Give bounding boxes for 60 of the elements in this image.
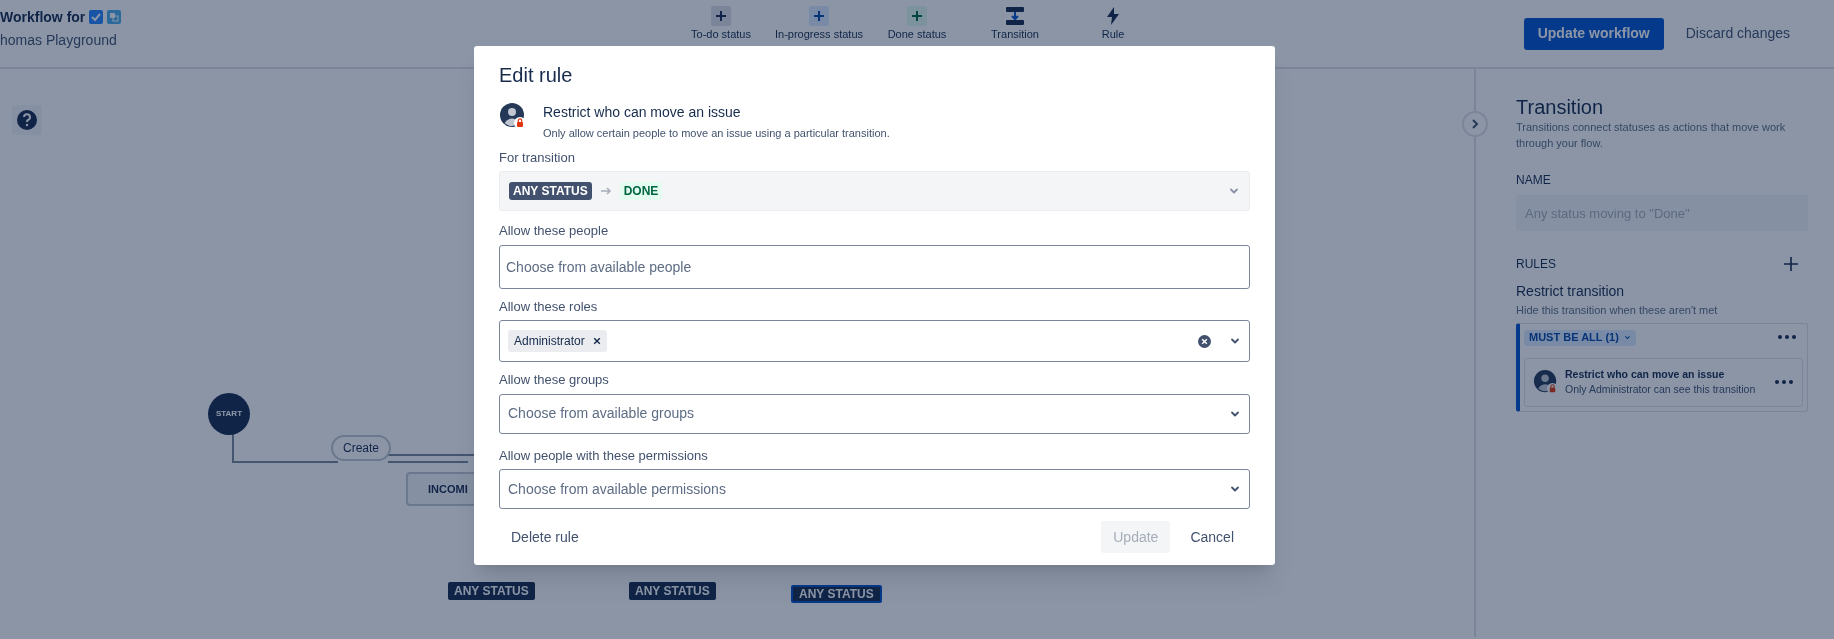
transition-select[interactable]: ANY STATUS DONE	[499, 171, 1250, 211]
remove-icon[interactable]	[592, 337, 601, 345]
help-icon[interactable]	[12, 105, 42, 135]
section-description: Hide this transition when these aren't met	[1516, 303, 1719, 318]
any-status-tag[interactable]: ANY STATUS	[629, 582, 716, 600]
toolbar-button[interactable]: Done status	[872, 6, 962, 41]
people-input-field[interactable]: Choose from available people	[499, 244, 1250, 289]
panel-title: Transition	[1516, 95, 1605, 119]
select-placeholder: Choose from available groups	[508, 404, 695, 423]
checkbox-icon	[89, 10, 104, 24]
copy-icon	[107, 10, 122, 24]
rule-card[interactable]: Restrict who can move an issue Only Administrator can see this transition	[1524, 357, 1803, 407]
rules-label: RULES	[1516, 256, 1556, 273]
arrow-right-icon	[599, 185, 612, 197]
chevron-down-icon	[1623, 334, 1631, 341]
update-workflow-button[interactable]: Update workflow	[1523, 17, 1664, 50]
rule-description: Only allow certain people to move an issue using a particular transition.	[543, 126, 890, 141]
toolbar-button[interactable]: To-do status	[676, 6, 766, 41]
plus-icon	[809, 6, 829, 26]
status-lozenge: ANY STATUS	[509, 182, 592, 200]
workflow-title: Workflow for	[0, 7, 86, 27]
rule-description: Only Administrator can see this transition	[1565, 382, 1757, 398]
transition-pill[interactable]: Create	[331, 435, 392, 461]
roles-select[interactable]: Administrator	[499, 320, 1250, 362]
plus-icon	[907, 6, 927, 26]
section-title: Restrict transition	[1516, 282, 1626, 301]
name-label: NAME	[1516, 172, 1552, 189]
more-icon[interactable]	[1777, 333, 1797, 340]
project-name: homas Playground	[0, 30, 118, 50]
any-status-tag[interactable]: ANY STATUS	[448, 582, 535, 600]
more-icon[interactable]	[1774, 379, 1794, 386]
field-label: Allow people with these permissions	[499, 446, 709, 465]
any-status-tag[interactable]: ANY STATUS	[791, 585, 882, 603]
user-lock-icon	[1533, 369, 1559, 396]
plus-icon[interactable]	[1784, 257, 1798, 271]
rule-title: Restrict who can move an issue	[1565, 366, 1726, 382]
cancel-button[interactable]: Cancel	[1178, 521, 1246, 553]
start-node[interactable]: START	[208, 393, 250, 435]
dropdown-select[interactable]: Choose from available groups	[499, 393, 1250, 434]
plus-icon	[711, 6, 731, 26]
status-lozenge: DONE	[619, 182, 663, 200]
delete-rule-button[interactable]: Delete rule	[503, 521, 587, 553]
must-be-all-dropdown[interactable]: MUST BE ALL (1)	[1524, 329, 1636, 346]
transition-icon	[1005, 6, 1025, 26]
clear-icon[interactable]	[1198, 334, 1211, 348]
user-lock-icon	[499, 102, 527, 130]
field-label: For transition	[499, 148, 576, 167]
dialog-title: Edit rule	[499, 63, 574, 88]
toolbar-button[interactable]: Rule	[1068, 6, 1158, 41]
field-label: Allow these roles	[499, 297, 599, 316]
dropdown-select[interactable]: Choose from available permissions	[499, 469, 1250, 509]
field-label: Allow these people	[499, 222, 610, 240]
field-label: Allow these groups	[499, 371, 610, 389]
toolbar-button[interactable]: In-progress status	[774, 6, 864, 41]
role-tag-label: Administrator	[514, 333, 585, 350]
rule-title: Restrict who can move an issue	[543, 103, 742, 122]
expand-icon[interactable]	[1462, 111, 1488, 137]
toolbar-button[interactable]: Transition	[970, 6, 1060, 41]
discard-changes-button[interactable]: Discard changes	[1671, 17, 1804, 50]
panel-description: Transitions connect statuses as actions that move work through your flow.	[1516, 120, 1787, 151]
